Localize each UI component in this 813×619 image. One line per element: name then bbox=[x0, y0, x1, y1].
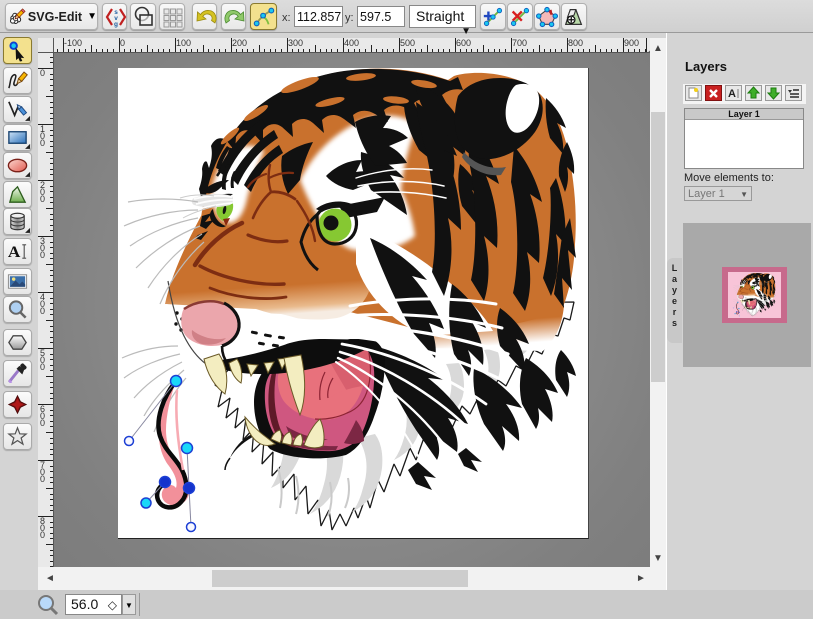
svg-text:A: A bbox=[728, 88, 736, 100]
svg-text:g: g bbox=[114, 21, 118, 28]
svg-text:A: A bbox=[8, 243, 21, 262]
